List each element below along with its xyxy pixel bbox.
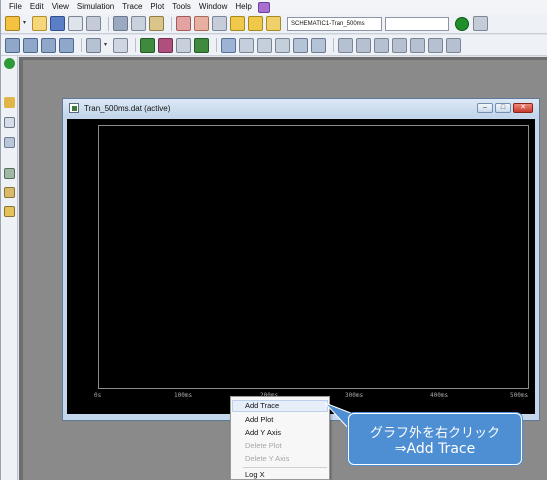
- x-tick-label: 300ms: [345, 392, 364, 399]
- menu-item-add-y-axis[interactable]: Add Y Axis: [245, 428, 281, 437]
- menu-item-log-x[interactable]: Log X: [245, 470, 265, 479]
- plot-axes[interactable]: [98, 125, 529, 389]
- plot-document-icon: [69, 103, 79, 113]
- main-toolbar: ▾ SCHEMATIC1-Tran_500ms: [1, 14, 547, 34]
- print-icon[interactable]: [86, 16, 101, 31]
- menu-item-delete-plot: Delete Plot: [245, 441, 282, 450]
- plot-window-title: Tran_500ms.dat (active): [84, 103, 171, 113]
- mdi-restore-icon[interactable]: [257, 1, 270, 13]
- log-axis-icon[interactable]: [86, 37, 101, 53]
- schematic-combo[interactable]: SCHEMATIC1-Tran_500ms: [287, 16, 382, 31]
- run-icon[interactable]: [4, 58, 15, 69]
- x-axis-icon[interactable]: [194, 37, 209, 53]
- edit-icon[interactable]: [4, 187, 15, 198]
- cursor-min-icon[interactable]: [392, 37, 407, 53]
- copy-icon[interactable]: [131, 16, 146, 31]
- menu-window[interactable]: Window: [195, 0, 231, 14]
- run-simulation-icon[interactable]: [455, 16, 469, 31]
- open-folder-icon[interactable]: [32, 16, 47, 31]
- paste-icon[interactable]: [149, 16, 164, 31]
- minimize-button[interactable]: –: [477, 103, 493, 113]
- evaluate-measurement-icon[interactable]: [176, 37, 191, 53]
- power-marker-icon[interactable]: [266, 16, 281, 31]
- add-trace-icon[interactable]: [158, 37, 173, 53]
- zoom-fit-icon[interactable]: [59, 37, 74, 53]
- x-tick-label: 0s: [94, 392, 102, 399]
- toolbar-separator: [108, 16, 109, 31]
- text-label-icon[interactable]: [257, 37, 272, 53]
- line-label-icon[interactable]: [275, 37, 290, 53]
- plot-window-titlebar[interactable]: Tran_500ms.dat (active) – □ ✕: [63, 99, 539, 117]
- edit-profile-icon[interactable]: [473, 16, 488, 31]
- save-all-icon[interactable]: [68, 16, 83, 31]
- maximize-button[interactable]: □: [495, 103, 511, 113]
- plot-area[interactable]: 0s 100ms 200ms 300ms 400ms 500ms: [67, 119, 535, 414]
- plot-window[interactable]: Tran_500ms.dat (active) – □ ✕ 0s 100ms 2…: [62, 98, 540, 421]
- callout-text-line1: グラフ外を右クリック: [369, 426, 500, 441]
- toolbar-separator: [81, 38, 82, 52]
- document-icon[interactable]: [4, 117, 15, 128]
- profile-combo[interactable]: [385, 16, 449, 31]
- zoom-in-icon[interactable]: [5, 37, 20, 53]
- cursor-search-icon[interactable]: [446, 37, 461, 53]
- cursor-point-icon[interactable]: [428, 37, 443, 53]
- menu-bar: File Edit View Simulation Trace Plot Too…: [1, 0, 547, 14]
- cut-icon[interactable]: [113, 16, 128, 31]
- output-file-icon[interactable]: [4, 168, 15, 179]
- fourier-icon[interactable]: [113, 37, 128, 53]
- cursor-icon[interactable]: [221, 37, 236, 53]
- toolbar-separator: [216, 38, 217, 52]
- zoom-area-icon[interactable]: [41, 37, 56, 53]
- menu-plot[interactable]: Plot: [146, 0, 168, 14]
- netlist-icon[interactable]: [4, 137, 15, 148]
- folder-icon[interactable]: [4, 97, 15, 108]
- close-button[interactable]: ✕: [513, 103, 533, 113]
- cursor-peak-icon[interactable]: [338, 37, 353, 53]
- current-marker-icon[interactable]: [248, 16, 263, 31]
- redo-icon[interactable]: [194, 16, 209, 31]
- menu-simulation[interactable]: Simulation: [73, 0, 118, 14]
- menu-view[interactable]: View: [48, 0, 73, 14]
- cursor-trough-icon[interactable]: [356, 37, 371, 53]
- menu-separator: [243, 467, 327, 468]
- toolbar-separator: [135, 38, 136, 52]
- poly-line-icon[interactable]: [293, 37, 308, 53]
- dropdown-arrow-icon[interactable]: ▾: [104, 38, 110, 53]
- cursor-max-icon[interactable]: [410, 37, 425, 53]
- menu-item-delete-y-axis: Delete Y Axis: [245, 454, 290, 463]
- plot-toolbar: ▾: [1, 35, 547, 56]
- y-axis-icon[interactable]: [140, 37, 155, 53]
- place-part-icon[interactable]: [212, 16, 227, 31]
- new-document-icon[interactable]: [5, 16, 20, 31]
- left-toolbar: [1, 56, 18, 480]
- window-controls: – □ ✕: [475, 103, 533, 113]
- menu-edit[interactable]: Edit: [26, 0, 48, 14]
- annotation-callout: グラフ外を右クリック ⇒Add Trace: [348, 413, 522, 465]
- app-window: File Edit View Simulation Trace Plot Too…: [0, 0, 547, 480]
- arrow-label-icon[interactable]: [311, 37, 326, 53]
- cursor-slope-icon[interactable]: [374, 37, 389, 53]
- x-tick-label: 100ms: [174, 392, 193, 399]
- menu-help[interactable]: Help: [231, 0, 255, 14]
- mark-label-icon[interactable]: [239, 37, 254, 53]
- toolbar-separator: [333, 38, 334, 52]
- context-menu: Add Trace Add Plot Add Y Axis Delete Plo…: [230, 396, 330, 480]
- toolbar-separator: [171, 16, 172, 31]
- menu-trace[interactable]: Trace: [118, 0, 146, 14]
- x-tick-label: 400ms: [430, 392, 449, 399]
- zoom-out-icon[interactable]: [23, 37, 38, 53]
- undo-icon[interactable]: [176, 16, 191, 31]
- voltage-marker-icon[interactable]: [230, 16, 245, 31]
- menu-item-add-plot[interactable]: Add Plot: [245, 415, 273, 424]
- menu-tools[interactable]: Tools: [168, 0, 195, 14]
- markers-icon[interactable]: [4, 206, 15, 217]
- save-icon[interactable]: [50, 16, 65, 31]
- callout-text-line2: ⇒Add Trace: [394, 441, 476, 457]
- x-tick-label: 500ms: [510, 392, 529, 399]
- menu-item-add-trace[interactable]: Add Trace: [232, 400, 328, 412]
- dropdown-arrow-icon[interactable]: ▾: [23, 16, 29, 31]
- menu-file[interactable]: File: [5, 0, 26, 14]
